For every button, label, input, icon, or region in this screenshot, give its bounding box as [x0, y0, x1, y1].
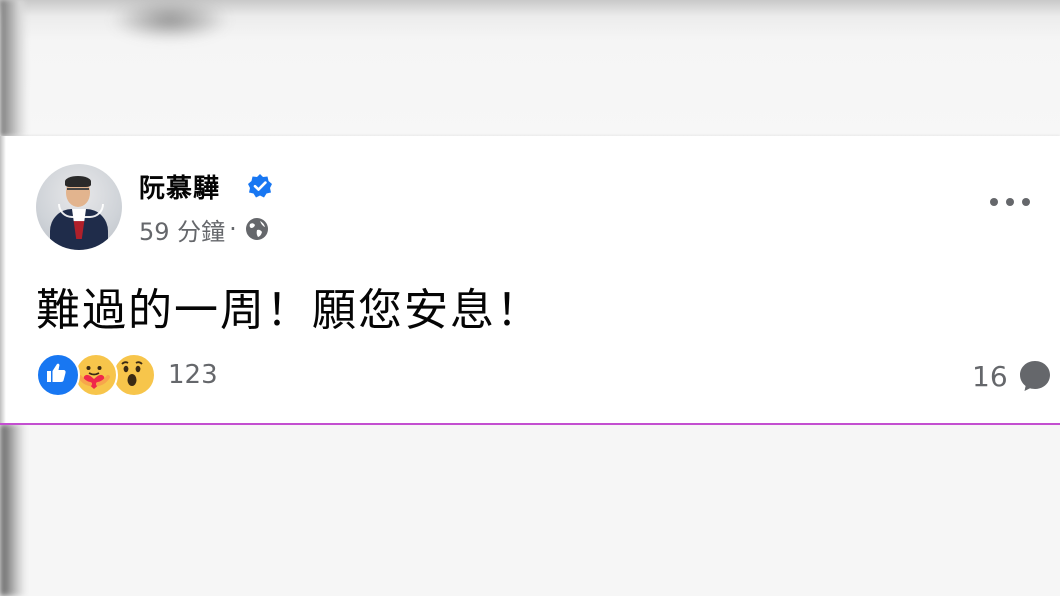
comment-icon: [1019, 361, 1050, 391]
author-avatar[interactable]: [36, 164, 122, 250]
more-options-icon[interactable]: [990, 192, 1030, 212]
verified-badge-icon: [248, 174, 272, 198]
post-body-text: 難過的一周！願您安息！: [36, 285, 542, 336]
reactions-summary[interactable]: 123: [36, 352, 218, 398]
meta-separator: ·: [229, 215, 237, 243]
facebook-post-card: 阮慕驊 59 分鐘 · 難過的一周！願您安息！ 123 16: [0, 136, 1060, 425]
care-reaction-icon: [74, 353, 118, 397]
comments-summary[interactable]: 16: [972, 356, 1052, 396]
post-meta: 59 分鐘 ·: [139, 212, 269, 247]
post-timestamp[interactable]: 59 分鐘: [139, 212, 225, 247]
reaction-count: 123: [168, 360, 218, 390]
like-reaction-icon: [36, 353, 80, 397]
comment-count: 16: [972, 359, 1008, 393]
background-top: [0, 0, 1060, 136]
card-edge-shadow: [0, 136, 6, 423]
author-name[interactable]: 阮慕驊: [139, 168, 220, 205]
background-bottom: [0, 424, 1060, 596]
wow-reaction-icon: [112, 353, 156, 397]
globe-icon[interactable]: [245, 217, 269, 241]
